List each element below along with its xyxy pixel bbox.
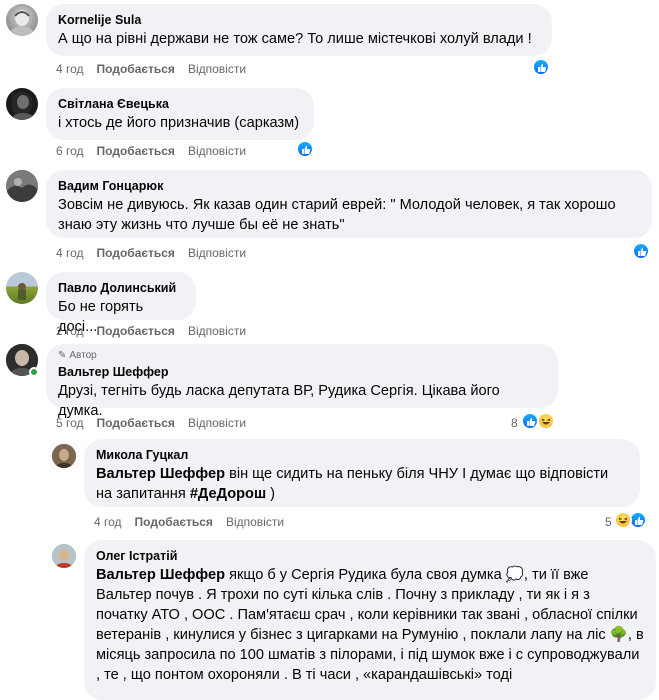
comment-text: Зовсім не дивуюсь. Як казав один старий …	[58, 197, 616, 233]
author-badge-label: Автор	[69, 350, 97, 361]
avatar[interactable]	[6, 4, 38, 36]
pen-icon: ✎	[58, 350, 67, 361]
comment-actions: 2 год Подобається Відповісти	[56, 323, 259, 339]
like-reaction-icon[interactable]	[632, 242, 650, 260]
timestamp[interactable]: 2 год	[56, 324, 84, 338]
reply-button[interactable]: Відповісти	[188, 62, 246, 76]
avatar-photo	[18, 283, 26, 300]
comment-text: Вальтер Шеффер він ще сидить на пеньку б…	[96, 464, 628, 504]
comment-actions: 5 год Подобається Відповісти	[56, 415, 259, 431]
haha-reaction-icon[interactable]	[614, 511, 632, 529]
avatar[interactable]	[52, 544, 76, 568]
comment-bubble: Вадим Гонцарюк Зовсім не дивуюсь. Як каз…	[46, 170, 652, 238]
like-reaction-icon[interactable]	[521, 412, 539, 430]
like-button[interactable]: Подобається	[97, 144, 175, 158]
avatar[interactable]	[6, 88, 38, 120]
like-button[interactable]: Подобається	[135, 515, 213, 529]
reply-button[interactable]: Відповісти	[188, 144, 246, 158]
comment-author[interactable]: Вадим Гонцарюк	[58, 178, 640, 194]
timestamp[interactable]: 4 год	[56, 246, 84, 260]
reply-button[interactable]: Відповісти	[188, 416, 246, 430]
like-reaction-icon[interactable]	[296, 140, 314, 158]
avatar-photo	[10, 10, 34, 36]
comment-author[interactable]: Вальтер Шеффер	[58, 364, 546, 380]
comment-text: А що на рівні держави не тож саме? То ли…	[58, 31, 532, 47]
avatar[interactable]	[52, 444, 76, 468]
comment-bubble: Світлана Євецька і хтось де його признач…	[46, 88, 314, 140]
comment-text-body: якщо б у Сергія Рудика була своя думка 💭…	[96, 567, 644, 683]
comment-text: і хтось де його призначив (сарказм)	[58, 115, 300, 131]
comment-author[interactable]: Світлана Євецька	[58, 96, 302, 112]
reply-bubble: Микола Гуцкал Вальтер Шеффер він ще сиди…	[84, 439, 640, 507]
like-button[interactable]: Подобається	[97, 246, 175, 260]
comment-author[interactable]: Олег Істратій	[96, 548, 644, 564]
author-badge: ✎ Автор	[58, 350, 546, 362]
comment-text: Вальтер Шеффер якщо б у Сергія Рудика бу…	[96, 565, 644, 685]
comment-actions: 4 год Подобається Відповісти	[94, 514, 297, 530]
reply-button[interactable]: Відповісти	[188, 246, 246, 260]
comment-bubble: Kornelije Sula А що на рівні держави не …	[46, 4, 552, 56]
reply-button[interactable]: Відповісти	[188, 324, 246, 338]
avatar[interactable]	[6, 272, 38, 304]
timestamp[interactable]: 4 год	[94, 515, 122, 529]
online-status-indicator	[29, 367, 39, 377]
reaction-count[interactable]: 5	[605, 515, 612, 529]
haha-reaction-icon[interactable]	[537, 412, 555, 430]
avatar-photo	[6, 170, 38, 202]
comment-bubble: Павло Долинський Бо не горять досі...	[46, 272, 196, 335]
reply-bubble: Олег Істратій Вальтер Шеффер якщо б у Се…	[84, 540, 656, 700]
timestamp[interactable]: 6 год	[56, 144, 84, 158]
like-reaction-icon[interactable]	[532, 58, 550, 76]
reaction-count[interactable]: 8	[511, 416, 518, 430]
reply-button[interactable]: Відповісти	[226, 515, 284, 529]
mention-link[interactable]: Вальтер Шеффер	[96, 466, 225, 482]
comment-bubble: ✎ Автор Вальтер Шеффер Друзі, тегніть буд…	[46, 344, 558, 419]
like-button[interactable]: Подобається	[97, 324, 175, 338]
avatar-photo	[11, 91, 34, 120]
comment-actions: 4 год Подобається Відповісти	[56, 61, 259, 77]
avatar-photo	[52, 544, 76, 568]
comment-actions: 4 год Подобається Відповісти	[56, 245, 259, 261]
comment-text-end: )	[266, 486, 276, 502]
timestamp[interactable]: 5 год	[56, 416, 84, 430]
avatar[interactable]	[6, 170, 38, 202]
comment-author[interactable]: Микола Гуцкал	[96, 447, 628, 463]
hashtag-link[interactable]: #ДеДорош	[190, 486, 266, 502]
comment-author[interactable]: Kornelije Sula	[58, 12, 540, 28]
mention-link[interactable]: Вальтер Шеффер	[96, 567, 225, 583]
timestamp[interactable]: 4 год	[56, 62, 84, 76]
like-button[interactable]: Подобається	[97, 416, 175, 430]
comment-author[interactable]: Павло Долинський	[58, 280, 184, 296]
comment-actions: 6 год Подобається Відповісти	[56, 143, 259, 159]
like-button[interactable]: Подобається	[97, 62, 175, 76]
avatar-photo	[52, 444, 76, 468]
